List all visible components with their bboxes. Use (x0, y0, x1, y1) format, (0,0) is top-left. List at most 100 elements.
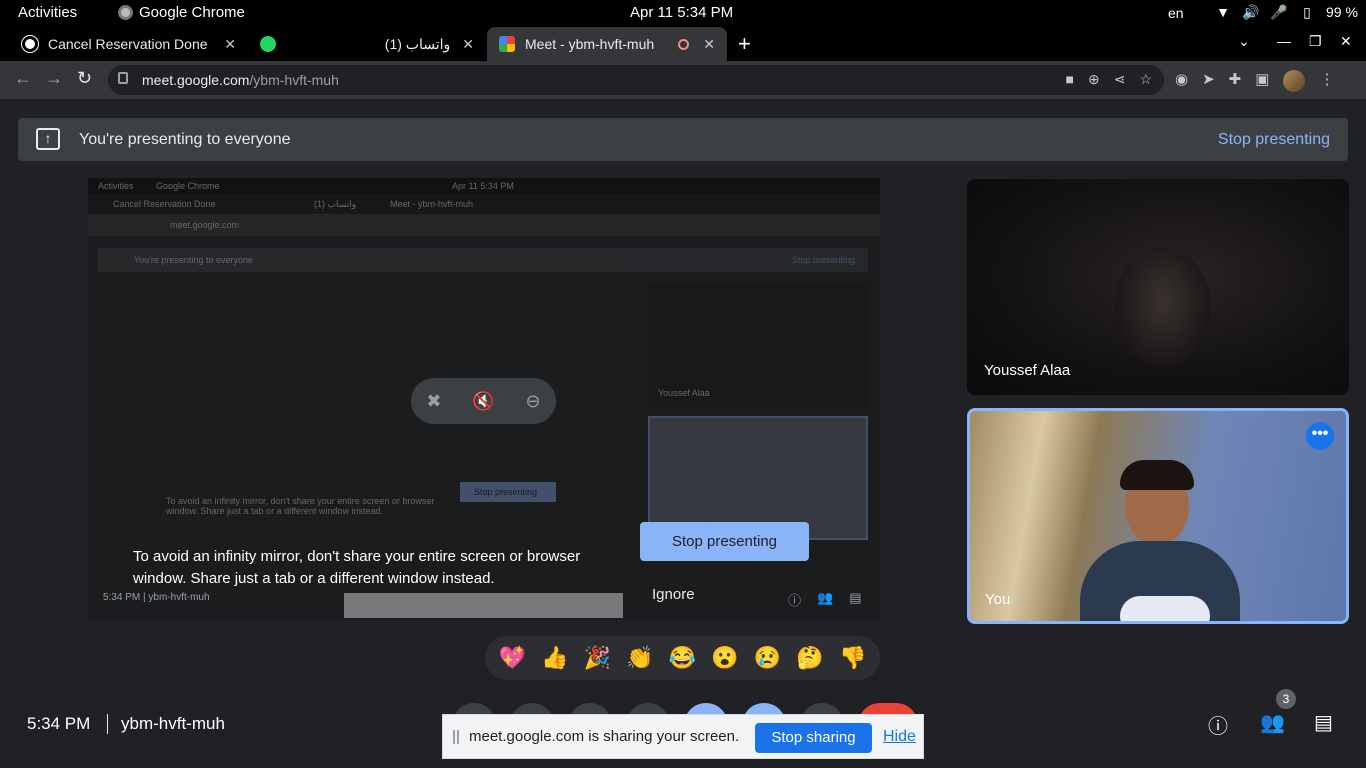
language-indicator[interactable]: en (1168, 5, 1184, 21)
url-path: /ybm-hvft-muh (249, 72, 339, 88)
mirror-banner-stop: Stop presenting (792, 255, 856, 265)
system-tray[interactable]: ▼ 🔊 🎤 ▯ 99 % (1214, 3, 1358, 21)
mirror-url: meet.google.com (170, 220, 240, 230)
mirror-banner: You're presenting to everyone (134, 255, 253, 265)
meeting-code: ybm-hvft-muh (121, 714, 225, 733)
tab-title: Meet - ybm-hvft-muh (525, 36, 655, 52)
microphone-icon: 🎤 (1270, 3, 1288, 20)
mirror-mini-controls: ⓘ 👥 ▤ (788, 590, 862, 609)
mirror-footer-time: 5:34 PM (103, 592, 141, 603)
reaction-party[interactable]: 🎉 (584, 645, 611, 671)
restore-icon[interactable]: ❐ (1309, 33, 1322, 50)
share-icon[interactable]: ⋖ (1114, 71, 1126, 88)
mirror-people-icon: 👥 (817, 590, 834, 605)
mute-icon[interactable]: 🔇 (472, 391, 494, 412)
side-panel-icon[interactable]: ▣ (1255, 70, 1269, 92)
presentation-controls: ✖ 🔇 ⊖ (411, 378, 556, 424)
reaction-thumbs-down[interactable]: 👎 (839, 645, 866, 671)
tab-whatsapp[interactable]: (1) واتساب ✕ (248, 27, 486, 61)
present-screen-icon: ↑ (36, 128, 60, 150)
chat-icon[interactable]: ▤ (1314, 710, 1333, 735)
reaction-surprised[interactable]: 😮 (711, 645, 738, 671)
participant-video (1115, 247, 1211, 367)
stop-presenting-link[interactable]: Stop presenting (1218, 131, 1330, 149)
close-window-icon[interactable]: ✕ (1340, 33, 1352, 50)
activities-button[interactable]: Activities (18, 4, 77, 21)
mirror-warning-small: To avoid an infinity mirror, don't share… (166, 496, 435, 516)
system-clock[interactable]: Apr 11 5:34 PM (630, 4, 733, 21)
close-tab-icon[interactable]: ✕ (224, 36, 236, 53)
system-top-bar: Activities Google Chrome Apr 11 5:34 PM … (0, 0, 1366, 27)
more-options-button[interactable]: ••• (1306, 422, 1334, 450)
mirror-tab-3: Meet - ybm-hvft-muh (390, 199, 474, 209)
stop-sharing-button[interactable]: Stop sharing (755, 723, 872, 753)
whatsapp-icon (260, 36, 276, 52)
mirror-share-bar (344, 593, 623, 618)
remove-icon[interactable]: ⊖ (526, 391, 541, 412)
mirror-clock: Apr 11 5:34 PM (452, 181, 514, 191)
meeting-time: 5:34 PM (27, 714, 91, 733)
app-menu[interactable]: Google Chrome (118, 4, 245, 21)
reaction-heart[interactable]: 💖 (499, 645, 526, 671)
browser-toolbar: ← → ↻ meet.google.com/ybm-hvft-muh ■ ⊕ ⋖… (0, 61, 1366, 99)
url-text: meet.google.com/ybm-hvft-muh (142, 72, 339, 88)
back-icon[interactable]: ← (14, 68, 32, 89)
mirror-stop-presenting-button[interactable]: Stop presenting (640, 522, 809, 561)
participant-tile-you[interactable]: ••• You (967, 408, 1349, 624)
reaction-clap[interactable]: 👏 (626, 645, 653, 671)
forward-icon[interactable]: → (45, 68, 63, 89)
participant-tile-youssef[interactable]: Youssef Alaa (967, 179, 1349, 395)
meeting-info-icon[interactable]: ⓘ (1208, 710, 1228, 739)
minimize-icon[interactable]: — (1277, 33, 1291, 49)
reload-icon[interactable]: ↻ (77, 68, 92, 89)
reaction-laugh[interactable]: 😂 (669, 645, 696, 671)
reaction-thinking[interactable]: 🤔 (796, 645, 823, 671)
tab-strip: Cancel Reservation Done ✕ (1) واتساب ✕ M… (0, 27, 1366, 61)
profile-avatar[interactable] (1283, 70, 1306, 92)
zoom-icon[interactable]: ⊕ (1088, 71, 1100, 88)
url-host: meet.google.com (142, 72, 250, 88)
unpin-icon[interactable]: ✖ (426, 391, 441, 412)
mirror-info-icon: ⓘ (788, 593, 802, 608)
menu-dots-icon[interactable]: ⋮ (1319, 70, 1334, 92)
wifi-icon: ▼ (1216, 4, 1230, 20)
self-video (1080, 460, 1240, 621)
mirror-stop-small: Stop presenting (474, 487, 538, 497)
screen-sharing-bar: meet.google.com is sharing your screen. … (442, 714, 924, 759)
reaction-sad[interactable]: 😢 (754, 645, 781, 671)
extension-record-icon[interactable]: ◉ (1175, 70, 1188, 92)
hide-sharing-bar-link[interactable]: Hide (883, 728, 916, 746)
presenting-title: You're presenting to everyone (79, 131, 291, 148)
tab-title: (1) واتساب (384, 35, 451, 52)
meet-icon (499, 36, 515, 52)
divider (107, 714, 108, 734)
reaction-thumbs-up[interactable]: 👍 (541, 645, 568, 671)
camera-icon[interactable]: ■ (1066, 71, 1074, 88)
tab-search-icon[interactable]: ⌄ (1238, 33, 1250, 50)
presenting-banner: ↑ You're presenting to everyone Stop pre… (18, 118, 1348, 161)
close-tab-icon[interactable]: ✕ (462, 36, 474, 53)
battery-percentage: 99 % (1326, 4, 1358, 20)
lock-icon[interactable] (118, 72, 128, 84)
participant-name: Youssef Alaa (984, 362, 1071, 379)
people-count-badge: 3 (1276, 689, 1296, 709)
tab-meet[interactable]: Meet - ybm-hvft-muh ✕ (487, 27, 727, 61)
extensions-puzzle-icon[interactable]: ✚ (1229, 70, 1242, 92)
tab-title: Cancel Reservation Done (48, 36, 208, 52)
mirror-ignore-button[interactable]: Ignore (652, 586, 695, 603)
participant-name: You (985, 591, 1011, 608)
people-icon[interactable]: 👥 (1260, 710, 1285, 735)
github-icon (22, 36, 38, 52)
cursor-icon: ➤ (1202, 71, 1215, 88)
new-tab-button[interactable]: + (738, 31, 751, 57)
close-tab-icon[interactable]: ✕ (703, 36, 715, 53)
tab-cancel-reservation[interactable]: Cancel Reservation Done ✕ (10, 27, 248, 61)
battery-icon: ▯ (1303, 3, 1311, 20)
bookmark-star-icon[interactable]: ☆ (1139, 71, 1152, 88)
mirror-tab-2: (1) واتساب (314, 199, 357, 209)
reactions-bar: 💖 👍 🎉 👏 😂 😮 😢 🤔 👎 (485, 636, 880, 680)
app-name: Google Chrome (139, 4, 245, 21)
address-bar[interactable]: meet.google.com/ybm-hvft-muh ■ ⊕ ⋖ ☆ (108, 65, 1164, 95)
drag-handle-icon[interactable] (453, 730, 459, 744)
mirror-name: Youssef Alaa (658, 388, 710, 398)
